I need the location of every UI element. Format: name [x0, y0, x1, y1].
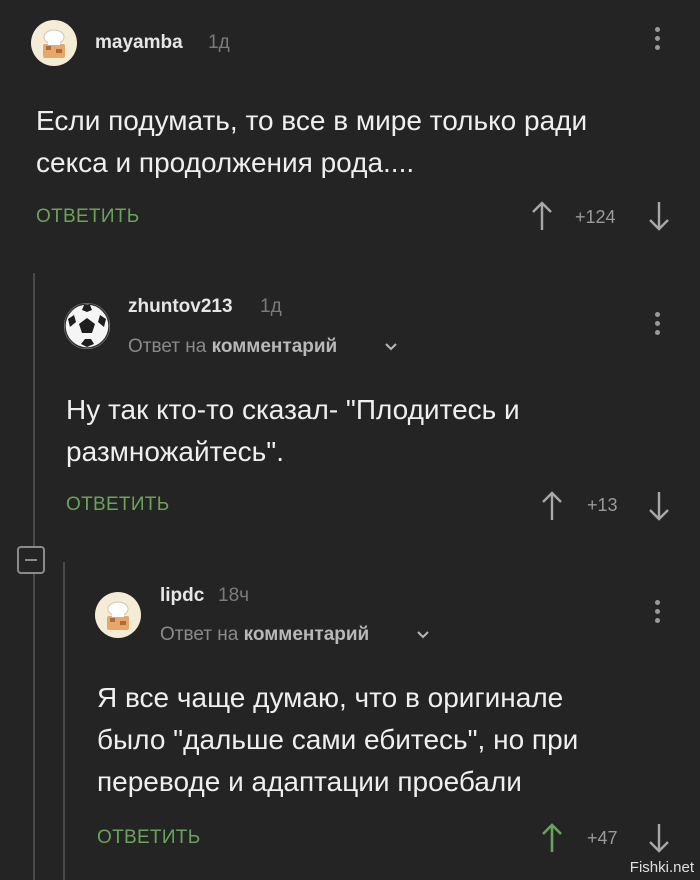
- comment-time: 18ч: [218, 585, 250, 606]
- comment-username[interactable]: zhuntov213: [128, 296, 233, 318]
- more-options-icon[interactable]: [654, 312, 662, 339]
- reply-button[interactable]: ОТВЕТИТЬ: [36, 206, 139, 228]
- downvote-arrow-icon[interactable]: [647, 490, 671, 522]
- comment-time: 1д: [208, 32, 230, 53]
- comment-body: Я все чаще думаю, что в оригинале было "…: [97, 677, 578, 803]
- comment-score: +13: [587, 495, 618, 515]
- reply-to-link[interactable]: Ответ на комментарий: [128, 336, 337, 358]
- comment-line: было "дальше сами ебитесь", но при: [97, 724, 579, 755]
- comment-time: 1д: [260, 296, 282, 317]
- comment-username[interactable]: mayamba: [95, 32, 183, 54]
- soccer-ball-avatar[interactable]: [64, 303, 110, 349]
- collapse-thread-button[interactable]: [17, 546, 45, 574]
- reply-to-target: комментарий: [211, 336, 338, 357]
- reply-button[interactable]: ОТВЕТИТЬ: [97, 827, 200, 849]
- chevron-down-icon[interactable]: [416, 630, 430, 640]
- downvote-arrow-icon[interactable]: [647, 822, 671, 854]
- reply-button[interactable]: ОТВЕТИТЬ: [66, 494, 169, 516]
- comment-username[interactable]: lipdc: [160, 585, 204, 607]
- chevron-down-icon[interactable]: [384, 342, 398, 352]
- downvote-arrow-icon[interactable]: [647, 200, 671, 232]
- comment-score: +47: [587, 828, 618, 848]
- comment-line: Я все чаще думаю, что в оригинале: [97, 682, 564, 713]
- chef-hat-avatar[interactable]: [95, 592, 141, 638]
- comment-body: Ну так кто-то сказал- "Плодитесь и размн…: [66, 389, 520, 473]
- comment-line: Если подумать, то все в мире только ради: [36, 105, 588, 136]
- upvote-arrow-icon[interactable]: [540, 822, 564, 854]
- more-options-icon[interactable]: [654, 27, 662, 54]
- comment-line: секса и продолжения рода....: [36, 147, 415, 178]
- more-options-icon[interactable]: [654, 600, 662, 627]
- reply-to-target: комментарий: [243, 624, 370, 645]
- upvote-arrow-icon[interactable]: [540, 490, 564, 522]
- thread-line: [33, 273, 35, 880]
- upvote-arrow-icon[interactable]: [530, 200, 554, 232]
- thread-line: [63, 562, 65, 880]
- reply-to-prefix: Ответ на: [128, 336, 207, 357]
- reply-to-prefix: Ответ на: [160, 624, 239, 645]
- comment-line: размножайтесь".: [66, 436, 284, 467]
- reply-to-link[interactable]: Ответ на комментарий: [160, 624, 369, 646]
- chef-hat-avatar[interactable]: [31, 20, 77, 66]
- watermark: Fishki.net: [629, 859, 694, 876]
- comment-body: Если подумать, то все в мире только ради…: [36, 100, 587, 184]
- comment-line: переводе и адаптации проебали: [97, 766, 522, 797]
- comment-line: Ну так кто-то сказал- "Плодитесь и: [66, 394, 520, 425]
- comment-score: +124: [575, 207, 616, 227]
